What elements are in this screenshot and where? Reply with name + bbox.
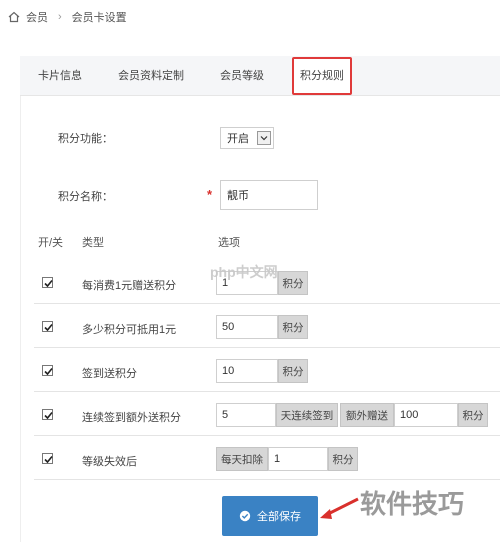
- table-row: 签到送积分 10 积分: [34, 352, 500, 392]
- daily-deduct-input[interactable]: 1: [268, 447, 328, 471]
- extra-points-input[interactable]: 100: [394, 403, 458, 427]
- row-toggle-checkbox[interactable]: [42, 409, 53, 420]
- required-mark: *: [207, 187, 213, 202]
- unit-addon: 积分: [278, 271, 308, 295]
- breadcrumb-current: 会员卡设置: [71, 12, 127, 24]
- signin-points-input[interactable]: 10: [216, 359, 278, 383]
- tab-card-info[interactable]: 卡片信息: [20, 56, 100, 96]
- tab-points-rules[interactable]: 积分规则: [292, 56, 352, 95]
- corner-watermark: 软件技巧: [360, 489, 465, 519]
- consecutive-days-input[interactable]: 5: [216, 403, 276, 427]
- row-toggle-checkbox[interactable]: [42, 277, 53, 288]
- points-function-select[interactable]: 开启: [220, 127, 274, 149]
- header-toggle: 开/关: [38, 237, 64, 249]
- table-row: 多少积分可抵用1元 50 积分: [34, 308, 500, 348]
- header-type: 类型: [82, 237, 104, 249]
- points-function-value: 开启: [227, 133, 249, 145]
- header-options: 选项: [218, 237, 240, 249]
- unit-addon: 积分: [278, 359, 308, 383]
- unit-addon: 积分: [328, 447, 358, 471]
- tab-member-level[interactable]: 会员等级: [202, 56, 282, 96]
- points-function-label: 积分功能：: [58, 133, 113, 145]
- table-row: 连续签到额外送积分 5 天连续签到 额外赠送 100 积分: [34, 396, 500, 436]
- points-name-label: 积分名称：: [58, 191, 113, 203]
- unit-addon: 积分: [458, 403, 488, 427]
- breadcrumb-home[interactable]: 会员: [26, 9, 48, 25]
- row-label: 签到送积分: [82, 368, 137, 380]
- days-addon: 天连续签到: [276, 403, 338, 427]
- unit-addon: 积分: [278, 315, 308, 339]
- red-arrow-icon: [320, 497, 359, 519]
- row-label: 等级失效后: [82, 456, 137, 468]
- save-button-label: 全部保存: [257, 511, 301, 523]
- points-name-input[interactable]: 靓币: [220, 180, 318, 210]
- row-label: 多少积分可抵用1元: [82, 324, 177, 336]
- chevron-right-icon: ›: [58, 11, 62, 23]
- home-icon[interactable]: [8, 11, 20, 23]
- save-all-button[interactable]: 全部保存: [222, 496, 318, 536]
- tab-bar: 卡片信息 会员资料定制 会员等级 积分规则: [20, 56, 500, 96]
- row-toggle-checkbox[interactable]: [42, 453, 53, 464]
- panel-border: [20, 96, 21, 542]
- daily-deduct-addon: 每天扣除: [216, 447, 268, 471]
- php-watermark: php中文网: [210, 264, 278, 280]
- row-toggle-checkbox[interactable]: [42, 321, 53, 332]
- tab-member-profile[interactable]: 会员资料定制: [100, 56, 202, 96]
- points-per-yuan-deduct-input[interactable]: 50: [216, 315, 278, 339]
- breadcrumb: 会员 › 会员卡设置: [0, 0, 500, 34]
- check-icon: [44, 323, 53, 332]
- table-row: 等级失效后 每天扣除 1 积分: [34, 440, 500, 480]
- extra-bonus-addon: 额外赠送: [340, 403, 394, 427]
- check-icon: [44, 367, 53, 376]
- row-toggle-checkbox[interactable]: [42, 365, 53, 376]
- chevron-down-icon: [257, 131, 271, 145]
- check-icon: [44, 411, 53, 420]
- check-circle-icon: [239, 510, 251, 522]
- row-label: 连续签到额外送积分: [82, 412, 181, 424]
- table-header: 开/关 类型 选项: [34, 230, 500, 254]
- row-label: 每消费1元赠送积分: [82, 280, 177, 292]
- check-icon: [44, 455, 53, 464]
- check-icon: [44, 279, 53, 288]
